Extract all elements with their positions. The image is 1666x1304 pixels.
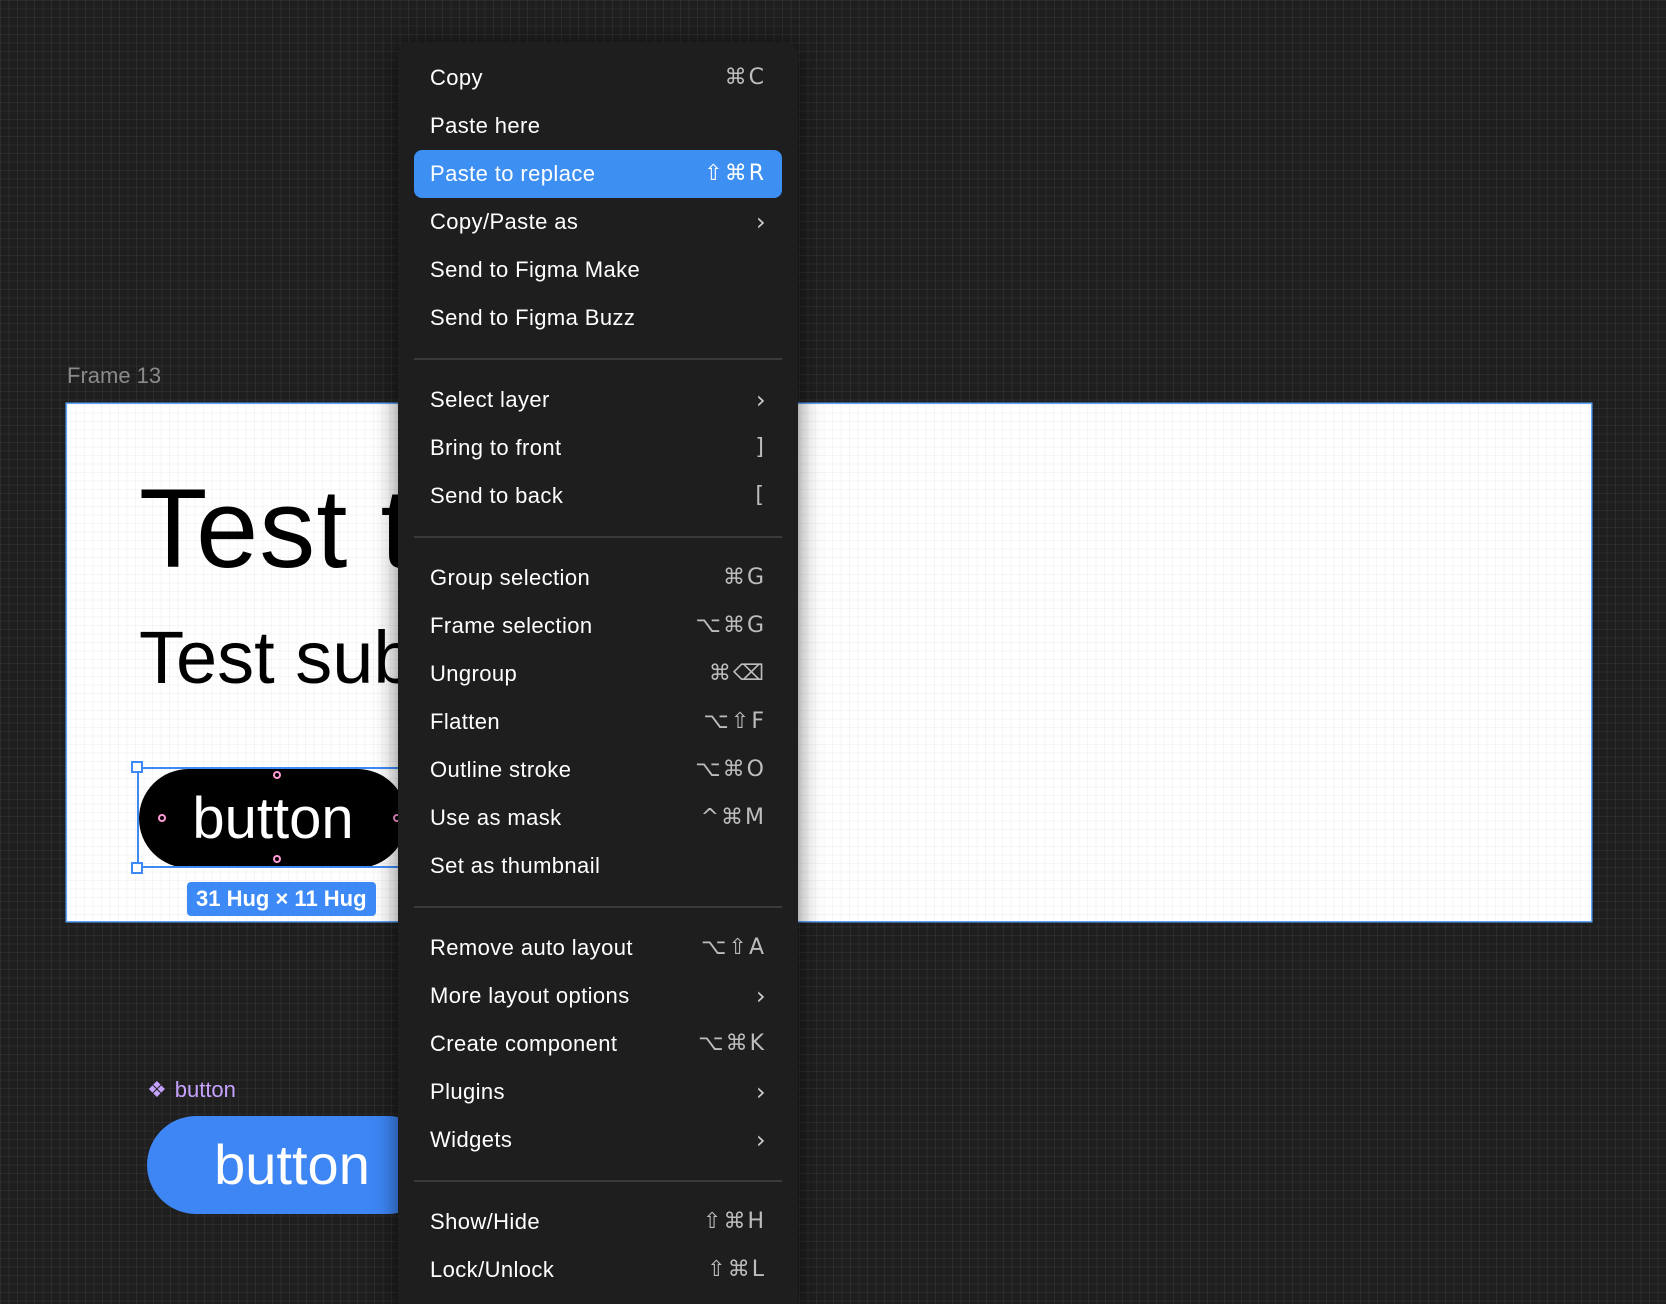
frame-title-text[interactable]: Test t (139, 464, 413, 594)
menu-item-label: Send to Figma Buzz (430, 305, 636, 330)
frame-13[interactable]: Test t Test sub button 31 Hug × 11 Hug (67, 404, 1591, 921)
menu-item-label: Set as thumbnail (430, 853, 601, 878)
chevron-right-icon: › (756, 386, 766, 414)
menu-item-label: Create component (430, 1031, 618, 1056)
chevron-right-icon: › (756, 208, 766, 236)
padding-handle-left[interactable] (158, 814, 166, 822)
menu-item-set-as-thumbnail[interactable]: Set as thumbnail (414, 842, 782, 890)
menu-item-more-layout-options[interactable]: More layout options › (414, 972, 782, 1020)
menu-item-label: Plugins (430, 1079, 505, 1104)
menu-item-lock-unlock[interactable]: Lock/Unlock ⇧⌘L (414, 1246, 782, 1294)
padding-handle-bottom[interactable] (273, 855, 281, 863)
menu-item-send-to-figma-make[interactable]: Send to Figma Make (414, 246, 782, 294)
component-label[interactable]: ❖ button (147, 1077, 236, 1103)
menu-item-shortcut: [ (755, 483, 766, 508)
menu-item-label: Send to back (430, 483, 564, 508)
menu-item-shortcut: ⌥⌘K (698, 1031, 766, 1056)
button-instance[interactable]: button (139, 769, 407, 868)
menu-item-label: Remove auto layout (430, 935, 633, 960)
menu-item-label: Copy (430, 65, 483, 90)
menu-item-use-as-mask[interactable]: Use as mask ^⌘M (414, 794, 782, 842)
menu-item-shortcut: ] (755, 435, 766, 460)
size-badge: 31 Hug × 11 Hug (187, 882, 376, 916)
menu-item-label: Frame selection (430, 613, 593, 638)
menu-item-label: Copy/Paste as (430, 209, 579, 234)
menu-item-label: Group selection (430, 565, 591, 590)
menu-item-shortcut: ⇧⌘R (704, 161, 766, 186)
resize-handle-top-left[interactable] (131, 761, 143, 773)
menu-item-label: Flatten (430, 709, 501, 734)
menu-item-shortcut: ⌥⇧A (701, 935, 766, 960)
menu-item-send-to-back[interactable]: Send to back [ (414, 472, 782, 520)
resize-handle-bottom-left[interactable] (131, 862, 143, 874)
menu-item-shortcut: ^⌘M (700, 805, 766, 830)
menu-item-shortcut: ⌥⇧F (703, 709, 766, 734)
menu-item-copy[interactable]: Copy ⌘C (414, 54, 782, 102)
menu-separator (414, 906, 782, 908)
menu-item-group-selection[interactable]: Group selection ⌘G (414, 554, 782, 602)
padding-handle-top[interactable] (273, 771, 281, 779)
frame-subtitle-text[interactable]: Test sub (139, 614, 415, 702)
menu-item-remove-auto-layout[interactable]: Remove auto layout ⌥⇧A (414, 924, 782, 972)
menu-item-copy-paste-as[interactable]: Copy/Paste as › (414, 198, 782, 246)
frame-label[interactable]: Frame 13 (67, 363, 161, 389)
button-component[interactable]: button (147, 1116, 437, 1214)
context-menu-list: Copy ⌘C Paste here Paste to replace ⇧⌘R Copy/… (398, 42, 798, 1294)
menu-item-label: Lock/Unlock (430, 1257, 555, 1282)
menu-item-label: Outline stroke (430, 757, 572, 782)
menu-separator (414, 358, 782, 360)
menu-item-outline-stroke[interactable]: Outline stroke ⌥⌘O (414, 746, 782, 794)
menu-item-shortcut: ⌥⌘O (695, 757, 766, 782)
menu-item-shortcut: ⇧⌘L (707, 1257, 766, 1282)
menu-item-select-layer[interactable]: Select layer › (414, 376, 782, 424)
chevron-right-icon: › (756, 1126, 766, 1154)
menu-separator (414, 1180, 782, 1182)
chevron-right-icon: › (756, 1078, 766, 1106)
button-instance-label: button (192, 785, 354, 851)
menu-item-ungroup[interactable]: Ungroup ⌘⌫ (414, 650, 782, 698)
menu-item-shortcut: ⌥⌘G (695, 613, 766, 638)
menu-item-label: Show/Hide (430, 1209, 540, 1234)
menu-item-label: Send to Figma Make (430, 257, 641, 282)
component-name: button (174, 1077, 236, 1102)
menu-item-label: Select layer (430, 387, 550, 412)
menu-item-bring-to-front[interactable]: Bring to front] (414, 424, 782, 472)
menu-item-label: Widgets (430, 1127, 513, 1152)
menu-item-shortcut: ⌘G (722, 565, 766, 590)
menu-item-label: Ungroup (430, 661, 518, 686)
component-icon: ❖ (147, 1077, 167, 1102)
menu-item-frame-selection[interactable]: Frame selection ⌥⌘G (414, 602, 782, 650)
menu-item-label: Use as mask (430, 805, 562, 830)
menu-item-shortcut: ⌘⌫ (708, 661, 766, 686)
menu-item-flatten[interactable]: Flatten ⌥⇧F (414, 698, 782, 746)
context-menu: Copy ⌘C Paste here Paste to replace ⇧⌘R Copy/… (398, 42, 798, 1304)
menu-item-show-hide[interactable]: Show/Hide ⇧⌘H (414, 1198, 782, 1246)
menu-item-paste-here[interactable]: Paste here (414, 102, 782, 150)
menu-item-label: More layout options (430, 983, 630, 1008)
menu-item-paste-to-replace[interactable]: Paste to replace ⇧⌘R (414, 150, 782, 198)
menu-item-label: Bring to front (430, 435, 562, 460)
menu-item-send-to-figma-buzz[interactable]: Send to Figma Buzz (414, 294, 782, 342)
button-component-label: button (214, 1133, 370, 1196)
menu-item-widgets[interactable]: Widgets › (414, 1116, 782, 1164)
menu-separator (414, 536, 782, 538)
menu-item-create-component[interactable]: Create component ⌥⌘K (414, 1020, 782, 1068)
menu-item-label: Paste to replace (430, 161, 596, 186)
menu-item-plugins[interactable]: Plugins › (414, 1068, 782, 1116)
menu-item-label: Paste here (430, 113, 541, 138)
menu-item-shortcut: ⌘C (724, 65, 766, 90)
chevron-right-icon: › (756, 982, 766, 1010)
menu-item-shortcut: ⇧⌘H (703, 1209, 766, 1234)
